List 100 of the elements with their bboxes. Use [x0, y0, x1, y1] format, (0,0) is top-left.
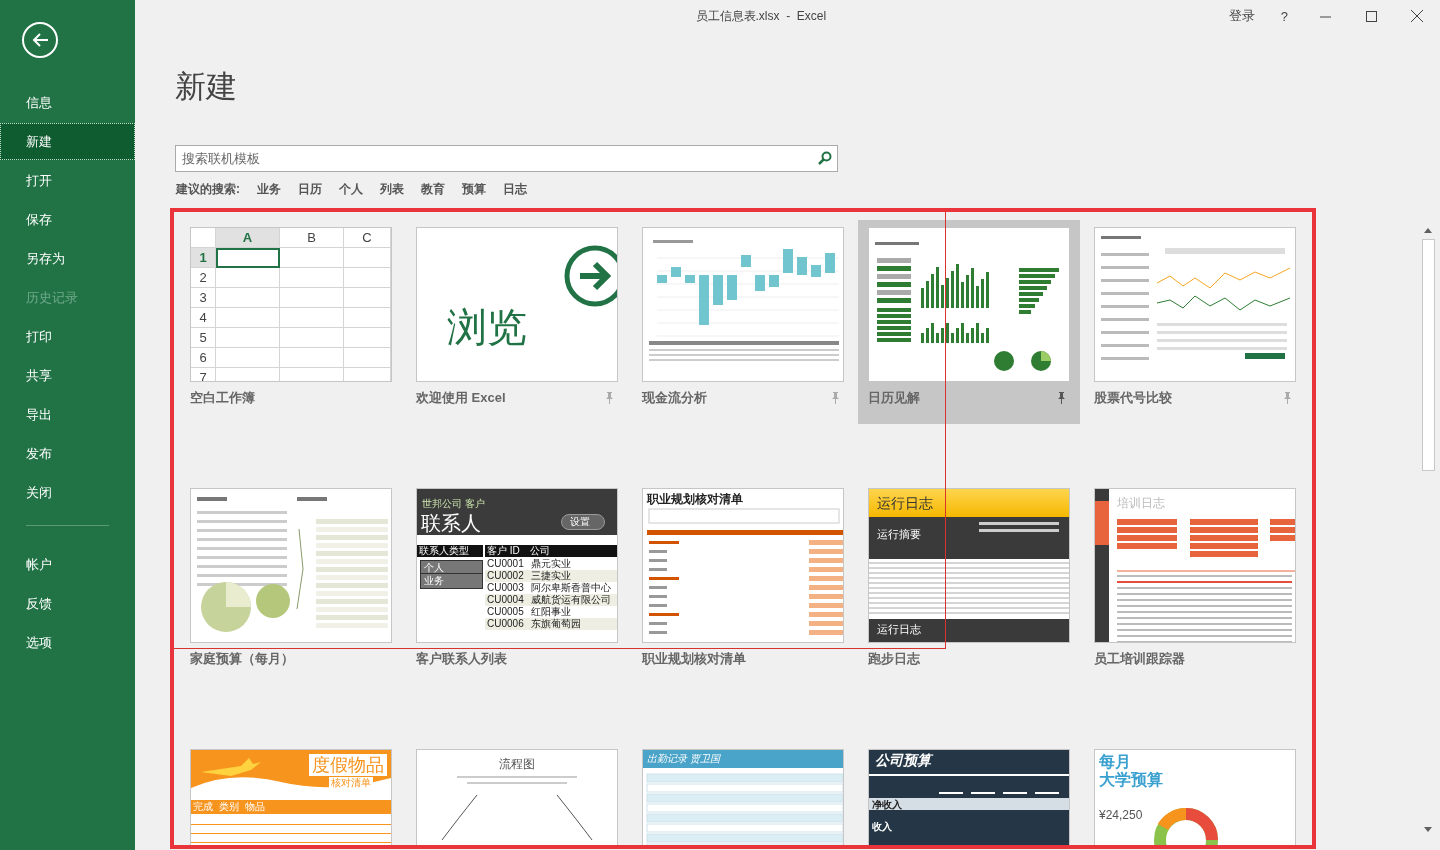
- summary-title: 运行摘要: [877, 527, 921, 542]
- table-cell: 阿尔卑斯香普中心: [531, 582, 611, 594]
- grid-cell: [216, 348, 280, 368]
- template-tile[interactable]: 每月 大学预算 ¥24,250: [1084, 742, 1306, 845]
- template-name: 家庭预算（每月）: [190, 650, 294, 668]
- suggested-search-link[interactable]: 教育: [421, 181, 445, 198]
- sidebar-item[interactable]: 选项: [0, 624, 135, 661]
- grid-cell: [280, 268, 344, 288]
- template-thumbnail[interactable]: 职业规划核对清单: [642, 488, 844, 643]
- table-cell-text: CU0002: [487, 570, 525, 582]
- chart-bar: [811, 265, 821, 277]
- template-thumbnail[interactable]: 浏览: [416, 227, 618, 382]
- template-thumbnail[interactable]: 每月 大学预算 ¥24,250: [1094, 749, 1296, 845]
- template-name: 日历见解: [868, 389, 920, 407]
- table-cell-text: CU0004: [487, 594, 525, 606]
- row-header: 4: [191, 308, 216, 328]
- template-thumbnail[interactable]: 公司预算 净收入 收入: [868, 749, 1070, 845]
- sidebar-item[interactable]: 打开: [0, 162, 135, 199]
- search-field[interactable]: 搜索联机模板: [175, 145, 838, 172]
- page-title: 新建: [175, 68, 238, 106]
- corner-cell: [191, 228, 216, 248]
- grid-cell: [280, 348, 344, 368]
- chart-bar: [671, 267, 681, 277]
- template-name: 客户联系人列表: [416, 650, 507, 668]
- flow-title: 流程图: [499, 756, 535, 773]
- pin-icon: [831, 392, 840, 404]
- table-cell: 三捷实业: [531, 570, 571, 582]
- sign-in-link[interactable]: 登录: [1216, 1, 1267, 31]
- company-label: 世邦公司 客户: [422, 497, 485, 511]
- sidebar-item[interactable]: 共享: [0, 357, 135, 394]
- search-icon[interactable]: [818, 151, 832, 165]
- back-arrow-icon: [31, 32, 49, 48]
- suggested-search-link[interactable]: 业务: [257, 181, 281, 198]
- table-cell: 红阳事业: [531, 606, 571, 618]
- sidebar-item[interactable]: 发布: [0, 435, 135, 472]
- vacation-subtitle: 核对清单: [329, 777, 373, 789]
- chart-bar: [769, 275, 779, 287]
- template-tile[interactable]: 流程图: [406, 742, 628, 845]
- sidebar-item[interactable]: 信息: [0, 84, 135, 121]
- template-tile[interactable]: 浏览 欢迎使用 Excel: [406, 220, 628, 424]
- template-tile[interactable]: 职业规划核对清单 职业规划核对清单: [632, 481, 854, 685]
- template-thumbnail[interactable]: [190, 488, 392, 643]
- suggested-search-link[interactable]: 列表: [380, 181, 404, 198]
- sidebar-item[interactable]: 打印: [0, 318, 135, 355]
- template-tile[interactable]: 公司预算 净收入 收入: [858, 742, 1080, 845]
- suggested-search-link[interactable]: 日历: [298, 181, 322, 198]
- column-header: B: [280, 228, 344, 248]
- template-name: 现金流分析: [642, 389, 707, 407]
- row-header: 5: [191, 328, 216, 348]
- chart-bar: [741, 255, 751, 267]
- template-thumbnail[interactable]: 世邦公司 客户 联系人 设置 联系人类型 个人 业务 客户 ID 公司 CU0001 鼎元实业 CU0002 三捷实业 CU0003 阿尔卑斯香普中心 CU0004 威航货运有限公司 CU0005 红阳事业 CU0006 东旗葡萄园: [416, 488, 618, 643]
- donut-chart-drawing: [1151, 805, 1221, 845]
- row-header: 6: [191, 348, 216, 368]
- template-name: 空白工作簿: [190, 389, 255, 407]
- template-tile[interactable]: 运行日志 运行摘要 运行日志 跑步日志: [858, 481, 1080, 685]
- row-header: 1: [191, 248, 216, 268]
- sidebar-item[interactable]: 保存: [0, 201, 135, 238]
- chart-bar: [657, 275, 667, 283]
- back-button[interactable]: [22, 22, 58, 58]
- row-label: 净收入: [872, 798, 902, 812]
- attendance-title: 出勤记录 贾卫国: [647, 752, 720, 766]
- template-tile[interactable]: 培训日志 员工培训跟踪器: [1084, 481, 1306, 685]
- suggested-search-link[interactable]: 个人: [339, 181, 363, 198]
- scroll-thumb[interactable]: [1421, 239, 1435, 471]
- grid-cell: [280, 328, 344, 348]
- template-tile[interactable]: 股票代号比较: [1084, 220, 1306, 424]
- row-header: 3: [191, 288, 216, 308]
- template-tile[interactable]: 家庭预算（每月）: [180, 481, 402, 685]
- template-tile[interactable]: 现金流分析: [632, 220, 854, 424]
- close-icon: [1411, 10, 1423, 22]
- active-cell: [216, 248, 280, 268]
- training-title: 培训日志: [1117, 495, 1165, 512]
- sidebar-item[interactable]: 导出: [0, 396, 135, 433]
- chart-bar: [797, 257, 807, 275]
- grid-cell: [344, 348, 391, 368]
- template-thumbnail[interactable]: [1094, 227, 1296, 382]
- row-header: 2: [191, 268, 216, 288]
- college-subtitle: 大学预算: [1099, 770, 1163, 790]
- sidebar-item[interactable]: 反馈: [0, 585, 135, 622]
- suggested-search-link[interactable]: 预算: [462, 181, 486, 198]
- suggested-searches-label: 建议的搜索:: [176, 181, 240, 198]
- chart-bar: [727, 275, 737, 300]
- column-header: 完成: [193, 800, 213, 814]
- chart-bar: [783, 249, 793, 273]
- template-tile[interactable]: 世邦公司 客户 联系人 设置 联系人类型 个人 业务 客户 ID 公司 CU0001 鼎元实业 CU0002 三捷实业 CU0003 阿尔卑斯香普中心 CU0004 威航货运有限公司 CU0005 红阳事业 CU0006 东旗葡萄园 客户联系人列表: [406, 481, 628, 685]
- sidebar-item[interactable]: 新建: [0, 123, 135, 160]
- template-tile[interactable]: 日历见解: [858, 220, 1080, 424]
- template-thumbnail[interactable]: 运行日志 运行摘要 运行日志: [868, 488, 1070, 643]
- sidebar-item[interactable]: 关闭: [0, 474, 135, 511]
- grid-cell: [216, 328, 280, 348]
- help-button[interactable]: ?: [1266, 1, 1302, 31]
- column-header: A: [216, 228, 280, 248]
- sidebar-item[interactable]: 另存为: [0, 240, 135, 277]
- template-thumbnail[interactable]: [868, 227, 1070, 382]
- grid-cell: [280, 308, 344, 328]
- template-thumbnail[interactable]: [642, 227, 844, 382]
- template-thumbnail[interactable]: 流程图: [416, 749, 618, 845]
- column-header: 公司: [529, 544, 550, 558]
- suggested-search-link[interactable]: 日志: [503, 181, 527, 198]
- sidebar-item[interactable]: 帐户: [0, 546, 135, 583]
